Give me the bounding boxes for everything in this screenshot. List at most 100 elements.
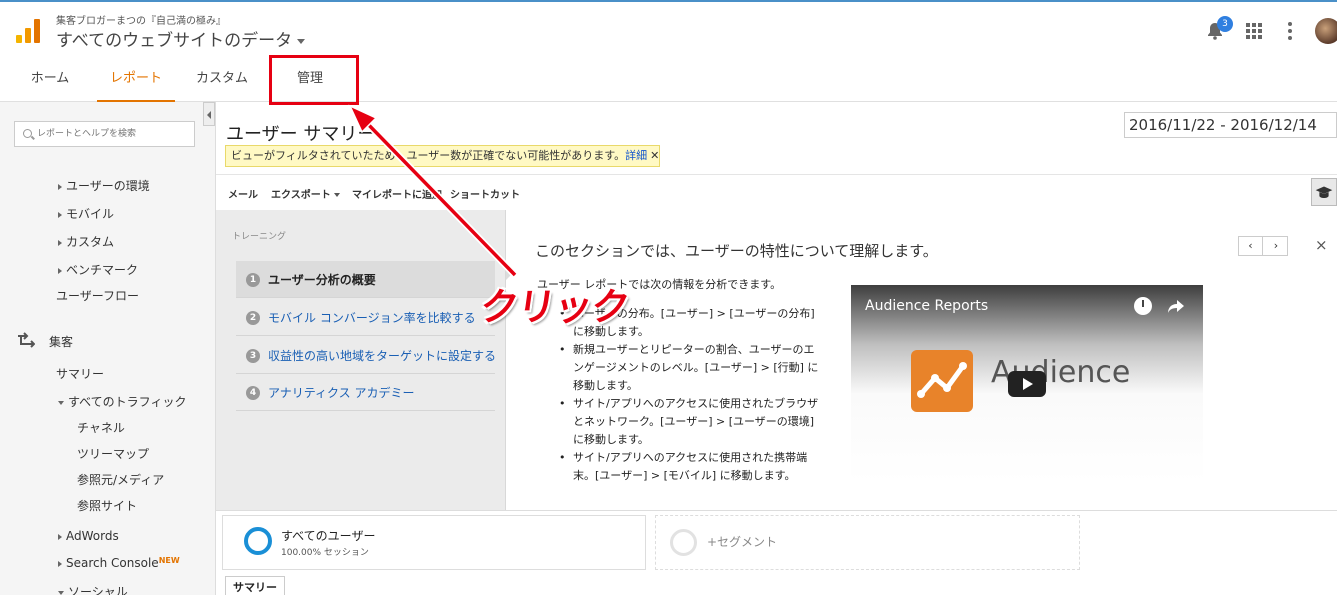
chevron-right-icon — [58, 560, 62, 567]
sidebar-item-treemap[interactable]: ツリーマップ — [77, 445, 149, 462]
sidebar-item-label: ユーザーの環境 — [66, 179, 150, 193]
sidebar-item-label: Search Console — [66, 556, 159, 570]
tab-reports[interactable]: レポート — [97, 58, 175, 102]
property-selector[interactable]: すべてのウェブサイトのデータ — [56, 26, 306, 51]
analytics-logo-icon[interactable] — [16, 19, 40, 43]
page-title: ユーザー サマリー — [226, 124, 376, 145]
sidebar-item-source-medium[interactable]: 参照元/メディア — [77, 471, 164, 488]
close-icon[interactable]: × — [1315, 236, 1328, 254]
click-annotation: クリック — [477, 285, 632, 329]
shortcut-button[interactable]: ショートカット — [450, 186, 520, 201]
tab-home[interactable]: ホーム — [20, 58, 80, 102]
sidebar-item-benchmark[interactable]: ベンチマーク — [58, 261, 138, 278]
apps-grid-icon[interactable] — [1246, 23, 1262, 39]
sidebar-item-adwords[interactable]: AdWords — [58, 529, 119, 543]
warning-text: ビューがフィルタされていたため、ユーザー数が正確でない可能性があります。 — [231, 149, 626, 162]
bullet-text-cont: に移動します。 — [573, 433, 649, 446]
chevron-right-icon — [58, 183, 62, 190]
date-separator: - — [1215, 116, 1231, 134]
filter-warning: ビューがフィルタされていたため、ユーザー数が正確でない可能性があります。詳細 ✕ — [225, 145, 660, 167]
training-item-2[interactable]: 2 モバイル コンバージョン率を比較する — [236, 299, 495, 336]
export-button[interactable]: エクスポート — [271, 186, 340, 201]
details-link[interactable]: 詳細 — [625, 149, 647, 162]
training-pager: ‹ › — [1238, 236, 1288, 256]
bullet-text-cont: とネットワーク。[ユーザー] > [ユーザーの環境] — [573, 415, 815, 428]
step-number: 2 — [246, 311, 260, 325]
chevron-down-icon — [333, 193, 340, 197]
sidebar-item-channels[interactable]: チャネル — [77, 419, 125, 436]
sidebar-item-summary[interactable]: サマリー — [56, 365, 104, 382]
sidebar-item-social[interactable]: ソーシャル — [58, 583, 128, 595]
bullet-text: サイト/アプリへのアクセスに使用された携帯端 — [559, 449, 807, 467]
sidebar-item-mobile[interactable]: モバイル — [58, 205, 114, 222]
highlight-box — [269, 55, 359, 105]
bullet-text: サイト/アプリへのアクセスに使用されたブラウザ — [559, 395, 818, 413]
date-start: 2016/11/22 — [1129, 116, 1216, 134]
search-input[interactable] — [37, 125, 187, 143]
sidebar-collapse-button[interactable] — [203, 102, 215, 126]
property-name: すべてのウェブサイトのデータ — [56, 31, 293, 51]
sidebar-item-label: モバイル — [66, 207, 115, 221]
sidebar-item-search-console[interactable]: Search ConsoleNEW — [58, 556, 180, 570]
next-button[interactable]: › — [1264, 237, 1288, 255]
chevron-down-icon — [58, 590, 64, 595]
report-toolbar: メール エクスポート マイレポートに追加 ショートカット — [216, 174, 1337, 210]
sidebar-item-label: カスタム — [66, 235, 115, 249]
notification-badge: 3 — [1217, 16, 1233, 32]
sidebar-item-acquisition[interactable]: 集客 — [49, 333, 73, 350]
section-title: このセクションでは、ユーザーの特性について理解します。 — [535, 242, 938, 260]
search-box[interactable] — [14, 121, 195, 147]
training-item-4[interactable]: 4 アナリティクス アカデミー — [236, 374, 495, 411]
sidebar-item-label: ベンチマーク — [66, 263, 139, 277]
sidebar-item-tech[interactable]: ユーザーの環境 — [58, 177, 150, 194]
graduation-cap-icon[interactable] — [1311, 178, 1337, 206]
sidebar-item-custom[interactable]: カスタム — [58, 233, 114, 250]
chevron-right-icon — [58, 239, 62, 246]
watch-later-icon[interactable] — [1134, 297, 1152, 315]
segment-subtitle: 100.00% セッション — [281, 548, 369, 558]
training-item-3[interactable]: 3 収益性の高い地域をターゲットに設定する — [236, 337, 497, 374]
video-player[interactable]: Audience Reports Audience — [851, 285, 1203, 483]
tab-custom[interactable]: カスタム — [190, 58, 254, 102]
training-item-1[interactable]: 1 ユーザー分析の概要 — [236, 261, 495, 298]
sidebar-item-label: ソーシャル — [68, 585, 128, 595]
more-vert-icon[interactable] — [1288, 22, 1292, 40]
search-icon — [23, 129, 32, 138]
segment-all-users[interactable]: すべてのユーザー 100.00% セッション — [222, 515, 646, 570]
play-icon[interactable] — [1008, 371, 1046, 397]
step-number: 3 — [246, 349, 260, 363]
close-icon[interactable]: ✕ — [650, 149, 659, 162]
top-bar: 集客ブロガーまつの『自己満の極み』 すべてのウェブサイトのデータ 3 — [0, 0, 1337, 58]
tab-summary[interactable]: サマリー — [225, 576, 285, 595]
training-header: トレーニング — [232, 232, 287, 242]
segment-ring-icon — [670, 529, 697, 556]
prev-button[interactable]: ‹ — [1239, 237, 1263, 255]
export-label: エクスポート — [271, 190, 331, 201]
share-icon[interactable] — [1167, 297, 1185, 315]
training-item-label: 収益性の高い地域をターゲットに設定する — [268, 349, 497, 363]
step-number: 4 — [246, 386, 260, 400]
acquisition-icon — [18, 332, 35, 348]
chevron-right-icon — [58, 267, 62, 274]
step-number: 1 — [246, 273, 260, 287]
sidebar-item-userflow[interactable]: ユーザーフロー — [56, 287, 139, 304]
segment-ring-icon — [244, 527, 272, 555]
date-range-picker[interactable]: 2016/11/22 - 2016/12/14 — [1124, 112, 1337, 138]
add-to-dashboard-button[interactable]: マイレポートに追加 — [352, 186, 442, 201]
training-item-label: モバイル コンバージョン率を比較する — [268, 311, 476, 325]
sidebar-item-all-traffic[interactable]: すべてのトラフィック — [58, 393, 186, 410]
bullet-text-cont: 末。[ユーザー] > [モバイル] に移動します。 — [573, 469, 796, 482]
sidebar-item-referrals[interactable]: 参照サイト — [77, 497, 137, 514]
bullet-text: 新規ユーザーとリピーターの割合、ユーザーのエ — [559, 341, 815, 359]
add-segment-label: +セグメント — [707, 535, 778, 549]
email-button[interactable]: メール — [228, 186, 258, 201]
date-end: 2016/12/14 — [1230, 116, 1317, 134]
avatar[interactable] — [1315, 18, 1337, 44]
add-segment-button[interactable]: +セグメント — [655, 515, 1080, 570]
bullet-text-cont: 移動します。 — [573, 379, 638, 392]
audience-logo-icon — [911, 350, 973, 412]
chevron-down-icon — [297, 38, 306, 44]
training-item-label: ユーザー分析の概要 — [268, 273, 376, 287]
bullet-text-cont: ンゲージメントのレベル。[ユーザー] > [行動] に — [573, 361, 819, 374]
chevron-down-icon — [58, 400, 64, 405]
